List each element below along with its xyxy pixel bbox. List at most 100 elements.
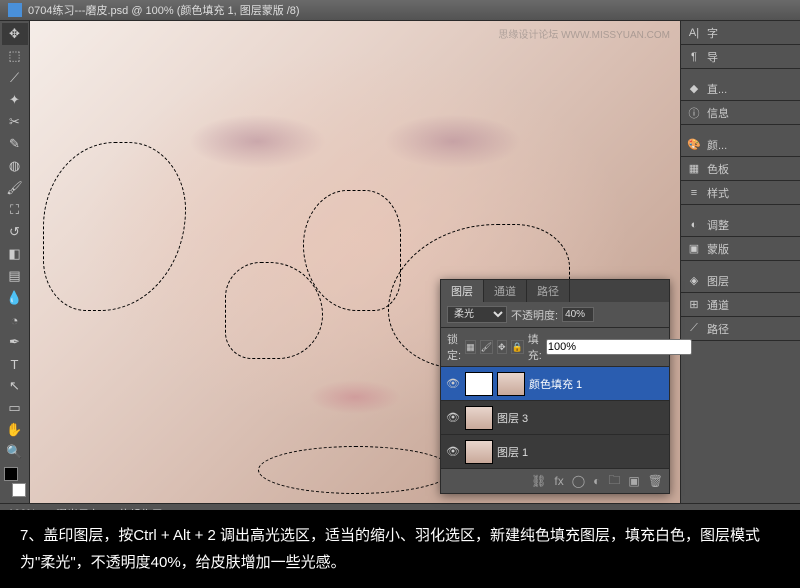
collapsed-panel-0[interactable]: A| 字 (681, 21, 800, 45)
collapsed-panel-7[interactable]: ◐ 调整 (681, 213, 800, 237)
panel-tab[interactable]: 通道 (484, 280, 527, 302)
panel-label: 字 (707, 25, 718, 41)
panel-label: 蒙版 (707, 241, 729, 257)
crop-tool[interactable]: ✂ (2, 111, 28, 133)
zoom-tool[interactable]: 🔍 (2, 441, 28, 463)
stamp-tool[interactable]: ⛶ (2, 199, 28, 221)
eyedropper-tool[interactable]: ✎ (2, 133, 28, 155)
shape-tool[interactable]: ▭ (2, 397, 28, 419)
panel-icon: ⊞ (687, 298, 701, 312)
link-layers-icon[interactable]: ⛓ (531, 474, 546, 488)
document-icon (8, 3, 22, 17)
new-layer-icon[interactable]: ▣ (628, 474, 639, 488)
adjustment-layer-icon[interactable]: ◐ (593, 474, 600, 488)
visibility-icon[interactable]: 👁 (445, 410, 461, 426)
lock-transparency-icon[interactable]: ▦ (465, 340, 476, 354)
foreground-color[interactable] (4, 467, 18, 481)
layer-name[interactable]: 颜色填充 1 (529, 376, 665, 392)
watermark-text: 思缘设计论坛 WWW.MISSYUAN.COM (498, 26, 670, 41)
panel-label: 样式 (707, 185, 729, 201)
panel-tabs: 图层通道路径 (441, 280, 669, 302)
healing-tool[interactable]: ◍ (2, 155, 28, 177)
panel-label: 信息 (707, 105, 729, 121)
panel-icon: ▦ (687, 162, 701, 176)
titlebar: 0704练习---磨皮.psd @ 100% (颜色填充 1, 图层蒙版 /8) (0, 0, 800, 21)
visibility-icon[interactable]: 👁 (445, 376, 461, 392)
collapsed-panel-10[interactable]: ⊞ 通道 (681, 293, 800, 317)
panel-label: 调整 (707, 217, 729, 233)
layer-group-icon[interactable]: 🗀 (608, 471, 620, 492)
layer-fx-icon[interactable]: fx (554, 474, 563, 488)
panel-icon: ⓘ (687, 106, 701, 120)
collapsed-panel-11[interactable]: ⟋ 路径 (681, 317, 800, 341)
hand-tool[interactable]: ✋ (2, 419, 28, 441)
opacity-input[interactable] (562, 307, 594, 322)
panel-icon: ◐ (687, 218, 701, 232)
blend-mode-select[interactable]: 柔光 (447, 306, 507, 323)
layer-row[interactable]: 👁 颜色填充 1 (441, 367, 669, 401)
panel-icon: ⟋ (687, 322, 701, 336)
brush-tool[interactable]: 🖌 (2, 177, 28, 199)
delete-layer-icon[interactable]: 🗑 (648, 474, 663, 488)
type-tool[interactable]: T (2, 353, 28, 375)
path-tool[interactable]: ↖ (2, 375, 28, 397)
dodge-tool[interactable]: ◔ (2, 309, 28, 331)
panel-label: 导 (707, 49, 718, 65)
pen-tool[interactable]: ✒ (2, 331, 28, 353)
panel-label: 直... (707, 81, 727, 97)
collapsed-panel-3[interactable]: ⓘ 信息 (681, 101, 800, 125)
visibility-icon[interactable]: 👁 (445, 444, 461, 460)
layer-thumbnail[interactable] (465, 440, 493, 464)
history-brush-tool[interactable]: ↺ (2, 221, 28, 243)
collapsed-panel-2[interactable]: ◆ 直... (681, 77, 800, 101)
lock-all-icon[interactable]: 🔒 (511, 340, 524, 354)
layers-footer: ⛓ fx ◯ ◐ 🗀 ▣ 🗑 (441, 469, 669, 493)
layer-row[interactable]: 👁 图层 1 (441, 435, 669, 469)
panel-icon: ¶ (687, 50, 701, 64)
layer-thumbnail[interactable] (465, 406, 493, 430)
right-docked-panels: A|字¶导◆直...ⓘ信息🎨颜...▦色板≡样式◐调整▣蒙版◈图层⊞通道⟋路径 (680, 21, 800, 503)
eraser-tool[interactable]: ◧ (2, 243, 28, 265)
layer-thumbnail[interactable] (465, 372, 493, 396)
panel-icon: A| (687, 26, 701, 40)
collapsed-panel-5[interactable]: ▦ 色板 (681, 157, 800, 181)
marquee-selection (258, 446, 453, 494)
lock-position-icon[interactable]: ✥ (497, 340, 507, 354)
panel-icon: ≡ (687, 186, 701, 200)
panel-icon: ◈ (687, 274, 701, 288)
layer-mask-icon[interactable]: ◯ (572, 474, 585, 488)
panel-label: 颜... (707, 137, 727, 153)
fill-label: 填充: (528, 331, 542, 363)
panel-tab[interactable]: 路径 (527, 280, 570, 302)
tutorial-caption: 7、盖印图层，按Ctrl + Alt + 2 调出高光选区，适当的缩小、羽化选区… (0, 510, 800, 588)
panel-icon: ◆ (687, 82, 701, 96)
background-color[interactable] (12, 483, 26, 497)
wand-tool[interactable]: ✦ (2, 89, 28, 111)
collapsed-panel-8[interactable]: ▣蒙版 (681, 237, 800, 261)
collapsed-panel-6[interactable]: ≡ 样式 (681, 181, 800, 205)
layer-name[interactable]: 图层 1 (497, 444, 665, 460)
layer-name[interactable]: 图层 3 (497, 410, 665, 426)
panel-label: 图层 (707, 273, 729, 289)
collapsed-panel-9[interactable]: ◈ 图层 (681, 269, 800, 293)
gradient-tool[interactable]: ▤ (2, 265, 28, 287)
panel-label: 路径 (707, 321, 729, 337)
layer-list: 👁 颜色填充 1 👁 图层 3 👁 图层 1 (441, 367, 669, 469)
lock-pixels-icon[interactable]: 🖌 (480, 340, 493, 354)
tools-panel: ✥ ⬚ ⟋ ✦ ✂ ✎ ◍ 🖌 ⛶ ↺ ◧ ▤ 💧 ◔ ✒ T ↖ ▭ ✋ 🔍 (0, 21, 30, 503)
panel-tab[interactable]: 图层 (441, 280, 484, 302)
blur-tool[interactable]: 💧 (2, 287, 28, 309)
panel-label: 色板 (707, 161, 729, 177)
collapsed-panel-1[interactable]: ¶导 (681, 45, 800, 69)
collapsed-panel-4[interactable]: 🎨颜... (681, 133, 800, 157)
layer-row[interactable]: 👁 图层 3 (441, 401, 669, 435)
panel-label: 通道 (707, 297, 729, 313)
document-title: 0704练习---磨皮.psd @ 100% (颜色填充 1, 图层蒙版 /8) (28, 2, 300, 18)
opacity-label: 不透明度: (511, 307, 558, 323)
marquee-tool[interactable]: ⬚ (2, 45, 28, 67)
lasso-tool[interactable]: ⟋ (2, 67, 28, 89)
fill-input[interactable] (546, 339, 692, 355)
mask-thumbnail[interactable] (497, 372, 525, 396)
move-tool[interactable]: ✥ (2, 23, 28, 45)
color-swatches[interactable] (2, 467, 28, 497)
